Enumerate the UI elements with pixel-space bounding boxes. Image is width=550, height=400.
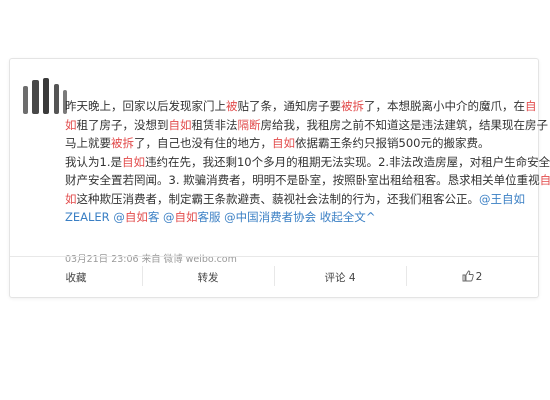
post-text-segment: 这种欺压消费者，制定霸王条款避责、藐视社会法制的行为，还我们租客公正。 (76, 191, 480, 206)
action-bar: 收藏 转发 评论 4 2 (10, 256, 538, 297)
mention-link[interactable]: 客服 @中国消费者协会 收起全文 (198, 210, 366, 224)
highlighted-keyword: 自如 (272, 136, 295, 150)
like-button[interactable]: 2 (406, 265, 538, 286)
post-text-segment: 马上就要 (65, 136, 111, 150)
comment-button[interactable]: 评论 4 (274, 265, 406, 286)
highlighted-keyword: 自 (525, 99, 537, 113)
post-line: 我认为1.是自如违约在先，我还剩10个多月的租期无法实现。2.非法改造房屋，对租… (65, 153, 550, 172)
post-line: 马上就要被拆了，自己也没有住的地方，自如依据霸王条约只报销500元的搬家费。 (65, 134, 527, 153)
favorite-button[interactable]: 收藏 (10, 270, 142, 285)
highlighted-keyword: 自如 (121, 154, 145, 169)
highlighted-keyword: 被拆 (341, 99, 364, 113)
comment-label: 评论 4 (324, 271, 356, 284)
mention-link[interactable]: ^ (366, 210, 376, 224)
post-text: 昨天晚上，回家以后发现家门上被贴了条，通知房子要被拆了，本想脱离小中介的魔爪，在… (65, 97, 550, 227)
mention-link[interactable]: @王自如 (479, 192, 525, 206)
highlighted-keyword: 被拆 (111, 136, 134, 150)
post-line: 昨天晚上，回家以后发现家门上被贴了条，通知房子要被拆了，本想脱离小中介的魔爪，在… (65, 97, 537, 116)
post-line: 如租了房子，没想到自如租赁非法隔断房给我，我租房之前不知道这是违法建筑，结果现在… (65, 116, 548, 135)
post-line: ZEALER @自如客 @自如客服 @中国消费者协会 收起全文^ (65, 208, 527, 227)
highlighted-keyword: 如 (65, 191, 77, 206)
mention-link[interactable]: ZEALER @ (65, 210, 125, 224)
repost-label: 转发 (197, 271, 219, 284)
post-line: 如这种欺压消费者，制定霸王条款避责、藐视社会法制的行为，还我们租客公正。@王自如 (65, 190, 527, 209)
highlighted-keyword: 自如 (174, 210, 198, 224)
post-text-segment: 租赁非法 (191, 117, 238, 132)
post-text-segment: 租了房子，没想到 (76, 117, 169, 132)
highlighted-keyword: 如 (65, 117, 77, 132)
favorite-label: 收藏 (65, 271, 87, 284)
post-text-segment: 我认为1.是 (65, 154, 122, 169)
post-text-segment: 财产安全置若罔闻。3. 欺骗消费者，明明不是卧室，按照卧室出租给租客。恳求相关单… (65, 173, 540, 187)
post-line: 财产安全置若罔闻。3. 欺骗消费者，明明不是卧室，按照卧室出租给租客。恳求相关单… (65, 171, 550, 190)
post-text-segment: 依据霸王条约只报销500元的搬家费。 (295, 136, 490, 150)
post-text-segment: 违约在先，我还剩10个多月的租期无法实现。2.非法改造房屋，对租户生命安全 (144, 154, 550, 169)
post-text-segment: 了，本想脱离小中介的魔爪，在 (364, 99, 525, 113)
highlighted-keyword: 自 (539, 173, 550, 187)
post-text-segment: 了，自己也没有住的地方， (134, 136, 272, 150)
thumbs-up-icon (462, 270, 474, 285)
highlighted-keyword: 隔断 (237, 117, 261, 132)
post-text-segment: 昨天晚上，回家以后发现家门上 (65, 99, 226, 113)
avatar[interactable] (21, 76, 69, 114)
mention-link[interactable]: 客 @ (148, 210, 175, 224)
weibo-post-card: 昨天晚上，回家以后发现家门上被贴了条，通知房子要被拆了，本想脱离小中介的魔爪，在… (9, 58, 550, 298)
like-count: 2 (475, 270, 483, 283)
highlighted-keyword: 被 (226, 99, 238, 113)
post-text-segment: 贴了条，通知房子要 (237, 99, 342, 113)
repost-button[interactable]: 转发 (142, 265, 274, 286)
highlighted-keyword: 自如 (124, 210, 148, 224)
highlighted-keyword: 自如 (168, 117, 192, 132)
post-text-segment: 房给我，我租房之前不知道这是违法建筑，结果现在房子 (260, 117, 549, 132)
